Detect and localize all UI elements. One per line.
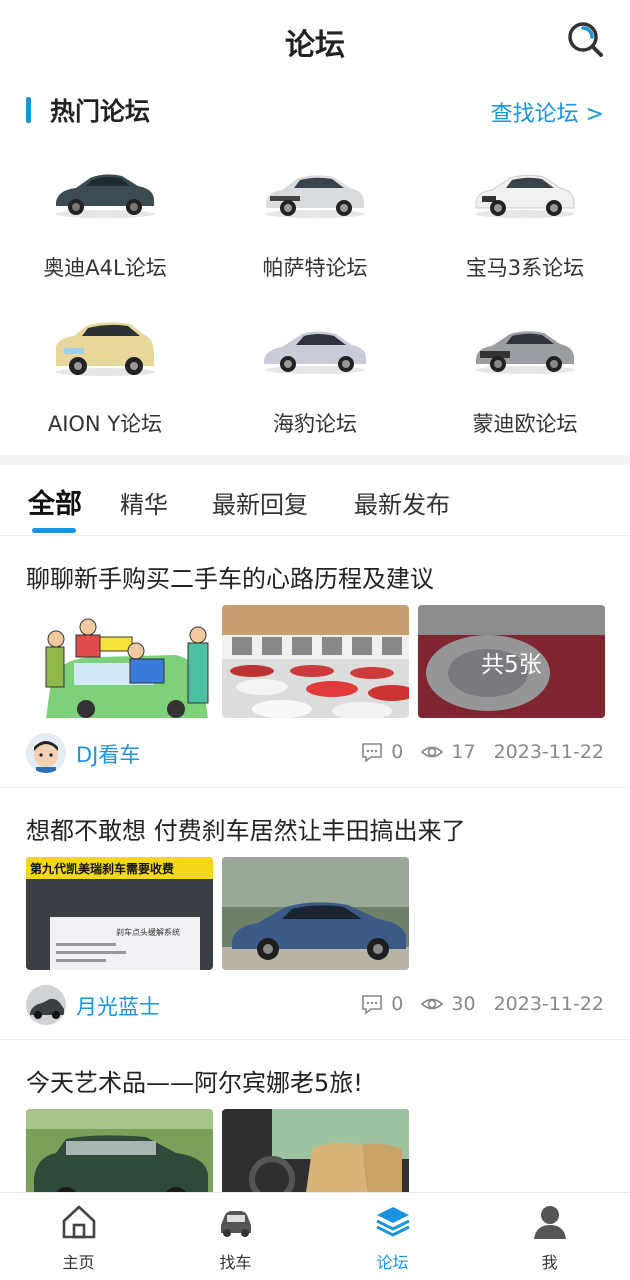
banner-text: 第九代凯美瑞刹车需要收费 [30, 861, 174, 876]
author-name[interactable]: DJ看车 [76, 739, 140, 769]
tab-featured[interactable]: 精华 [120, 485, 168, 520]
post-date: 2023-11-22 [493, 741, 604, 763]
post-stats: 0 17 2023-11-22 [361, 741, 604, 763]
forum-label: 海豹论坛 [273, 412, 357, 436]
car-image [475, 331, 575, 374]
car-image [264, 331, 366, 374]
nav-label: 主页 [62, 1253, 95, 1272]
comment-icon [362, 995, 383, 1015]
post-title[interactable]: 想都不敢想 付费刹车居然让丰田搞出来了 [26, 811, 466, 846]
nav-forum[interactable]: 论坛 [314, 1193, 471, 1280]
comment-icon [362, 743, 383, 763]
section-divider [0, 455, 630, 465]
forum-label: 奥迪A4L论坛 [43, 256, 167, 280]
post-meta: 月光蓝士 0 30 2023-11-22 [0, 983, 630, 1027]
nav-me[interactable]: 我 [471, 1193, 628, 1280]
forum-item-passat[interactable]: 帕萨特论坛 [210, 148, 420, 298]
page-title: 论坛 [285, 28, 345, 63]
search-icon[interactable] [566, 20, 606, 60]
car-icon [221, 1211, 251, 1237]
accent-bar [26, 97, 31, 123]
forum-item-bmw-3[interactable]: 宝马3系论坛 [420, 148, 630, 298]
hot-forums-header: 热门论坛 查找论坛 > [0, 88, 630, 132]
post-meta: DJ看车 0 17 2023-11-22 [0, 731, 630, 775]
view-count: 30 [451, 993, 476, 1015]
tab-latest-reply[interactable]: 最新回复 [212, 485, 308, 520]
post-date: 2023-11-22 [493, 993, 604, 1015]
comment-count: 0 [391, 993, 404, 1015]
forum-item-seal[interactable]: 海豹论坛 [210, 304, 420, 454]
post-image[interactable] [26, 605, 213, 718]
avatar[interactable] [26, 733, 66, 773]
nav-find-car[interactable]: 找车 [157, 1193, 314, 1280]
car-image [265, 175, 365, 218]
nav-label: 论坛 [376, 1253, 409, 1272]
post-image[interactable]: 第九代凯美瑞刹车需要收费 刹车点头缓解系统 [26, 857, 213, 970]
post-title[interactable]: 今天艺术品——阿尔宾娜老5旅! [26, 1063, 363, 1098]
forum-label: 蒙迪欧论坛 [472, 412, 578, 436]
car-image [55, 174, 155, 218]
post-title[interactable]: 聊聊新手购买二手车的心路历程及建议 [26, 559, 434, 594]
find-forum-link[interactable]: 查找论坛 > [491, 96, 604, 128]
view-count: 17 [451, 741, 476, 763]
author-name[interactable]: 月光蓝士 [76, 991, 160, 1021]
post-card[interactable]: 今天艺术品——阿尔宾娜老5旅! [0, 1041, 630, 1192]
forum-label: AION Y论坛 [47, 412, 163, 436]
bottom-nav: 主页 找车 论坛 我 [0, 1192, 630, 1280]
post-image[interactable] [26, 1109, 213, 1192]
eye-icon [421, 998, 444, 1010]
post-image[interactable] [222, 1109, 409, 1192]
post-tabs: 全部 精华 最新回复 最新发布 [0, 466, 630, 536]
forum-icon [376, 1207, 410, 1237]
eye-icon [421, 746, 444, 758]
forum-label: 帕萨特论坛 [262, 256, 368, 280]
post-card[interactable]: 想都不敢想 付费刹车居然让丰田搞出来了 第九代凯美瑞刹车需要收费 刹车点头缓解系… [0, 789, 630, 1040]
car-image [475, 174, 575, 218]
tab-latest-post[interactable]: 最新发布 [354, 485, 450, 520]
post-image[interactable] [222, 857, 409, 970]
forum-item-audi-a4l[interactable]: 奥迪A4L论坛 [0, 148, 210, 298]
post-stats: 0 30 2023-11-22 [361, 993, 604, 1015]
post-image-more[interactable]: 共5张 [418, 605, 605, 718]
post-card[interactable]: 聊聊新手购买二手车的心路历程及建议 共5张 DJ看车 0 17 2023-11-… [0, 537, 630, 788]
home-icon [62, 1205, 96, 1239]
app-header: 论坛 [0, 0, 630, 80]
nav-label: 我 [541, 1253, 558, 1272]
comment-count: 0 [391, 741, 404, 763]
user-icon [534, 1206, 566, 1239]
avatar[interactable] [26, 985, 66, 1025]
forum-item-aion-y[interactable]: AION Y论坛 [0, 304, 210, 454]
hot-forums-title: 热门论坛 [50, 97, 151, 126]
nav-home[interactable]: 主页 [0, 1193, 157, 1280]
tab-all[interactable]: 全部 [28, 482, 82, 521]
active-tab-indicator [32, 528, 76, 533]
forum-item-mondeo[interactable]: 蒙迪欧论坛 [420, 304, 630, 454]
image-count-overlay: 共5张 [418, 605, 605, 718]
post-image[interactable] [222, 605, 409, 718]
car-image [55, 322, 155, 376]
forum-label: 宝马3系论坛 [465, 256, 585, 280]
nav-label: 找车 [219, 1253, 252, 1272]
dialog-text: 刹车点头缓解系统 [116, 927, 180, 937]
